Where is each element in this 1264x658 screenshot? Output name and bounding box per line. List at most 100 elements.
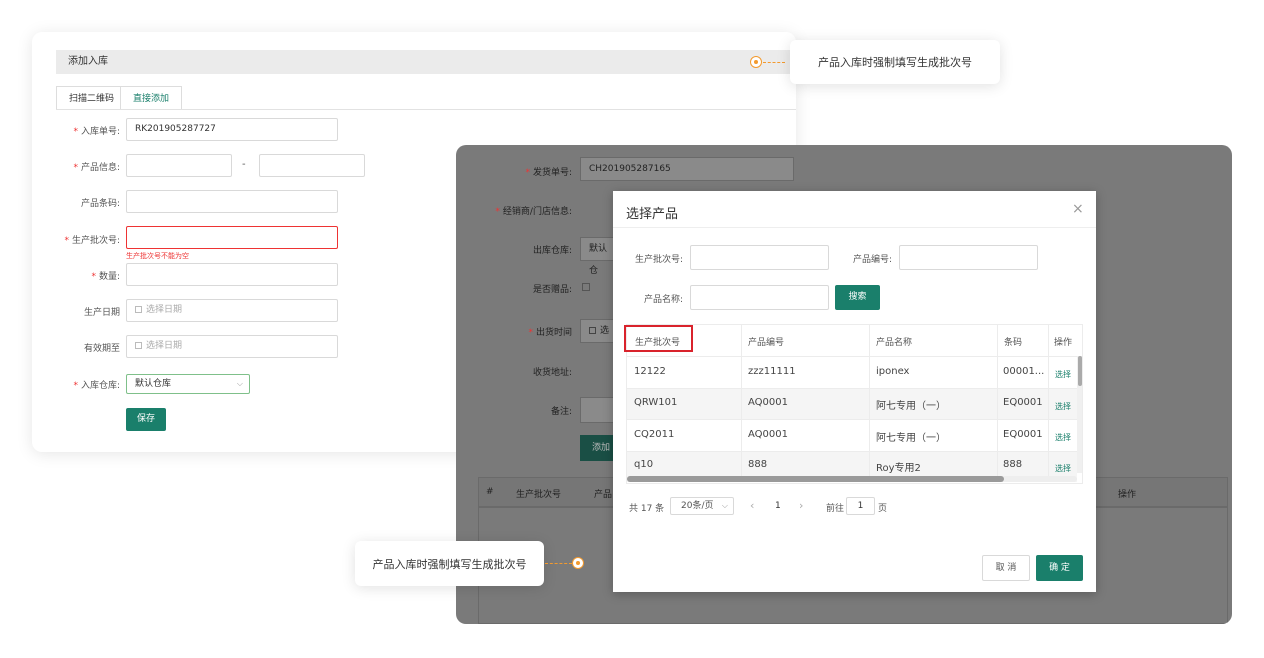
calendar-icon — [135, 306, 142, 313]
callout-connector — [763, 62, 785, 63]
search-button[interactable]: 搜索 — [835, 285, 880, 310]
tab-direct-add[interactable]: 直接添加 — [120, 86, 183, 110]
select-product-modal: 选择产品 × 生产批次号: 产品编号: 产品名称: 搜索 生产批次号 产品编号 … — [613, 191, 1096, 592]
cancel-button[interactable]: 取 消 — [982, 555, 1030, 581]
select-link[interactable]: 选择 — [1055, 463, 1071, 474]
prod-date-label: 生产日期 — [83, 308, 120, 318]
close-icon[interactable]: × — [1072, 201, 1084, 217]
out-time-picker[interactable]: 选 — [580, 319, 614, 343]
cell-barcode: EQ0001 — [1003, 397, 1043, 408]
warehouse-select[interactable]: 默认仓库 ⌵ — [126, 374, 250, 394]
is-gift-checkbox[interactable] — [582, 283, 590, 291]
current-page[interactable]: 1 — [775, 501, 781, 511]
tab-divider — [56, 109, 796, 110]
cell-code: zzz11111 — [748, 366, 796, 377]
divider — [1048, 325, 1049, 482]
inbound-no-input[interactable]: RK201905287727 — [126, 118, 338, 141]
product-info-input-1[interactable] — [126, 154, 232, 177]
batch-no-label: * 生产批次号: — [64, 236, 120, 246]
filter-batch-input[interactable] — [690, 245, 829, 270]
cell-batch: 12122 — [634, 366, 666, 377]
cell-batch: q10 — [634, 459, 654, 470]
filter-code-label: 产品编号: — [852, 255, 892, 265]
goto-page-input[interactable]: 1 — [846, 497, 875, 515]
add-product-button[interactable]: 添加 — [580, 435, 614, 461]
quantity-label: * 数量: — [91, 272, 120, 282]
page-title: 添加入库 — [56, 50, 796, 74]
inbound-no-label: * 入库单号: — [73, 127, 120, 137]
tab-scan-qrcode[interactable]: 扫描二维码 — [56, 86, 128, 110]
cell-batch: CQ2011 — [634, 429, 675, 440]
chevron-down-icon: ⌵ — [721, 501, 728, 510]
goto-unit: 页 — [878, 504, 888, 514]
barcode-input[interactable] — [126, 190, 338, 213]
col-batch: 生产批次号 — [516, 490, 562, 500]
prev-page-icon[interactable]: ‹ — [750, 499, 754, 512]
batch-column-highlight — [624, 325, 693, 352]
product-info-separator: - — [242, 159, 246, 170]
callout-bottom: 产品入库时强制填写生成批次号 — [355, 541, 544, 586]
cell-name: 阿七专用（一） — [876, 433, 946, 444]
col-header-code: 产品编号 — [748, 338, 785, 348]
divider — [741, 325, 742, 482]
barcode-label: 产品条码: — [80, 199, 120, 209]
vertical-scrollbar-thumb[interactable] — [1078, 356, 1082, 386]
out-warehouse-select[interactable]: 默认仓 — [580, 237, 614, 276]
address-label: 收货地址: — [532, 368, 572, 378]
remark-label: 备注: — [550, 407, 572, 417]
product-table: 生产批次号 产品编号 产品名称 条码 操作 12122 zzz11111 ipo… — [626, 324, 1083, 484]
filter-batch-label: 生产批次号: — [634, 255, 683, 265]
select-link[interactable]: 选择 — [1055, 432, 1071, 443]
table-row[interactable]: QRW101 AQ0001 阿七专用（一） EQ0001 选择 — [627, 389, 1077, 419]
chevron-down-icon: ⌵ — [236, 379, 243, 388]
page-size-select[interactable]: 20条/页 ⌵ — [670, 497, 734, 515]
filter-name-label: 产品名称: — [643, 295, 683, 305]
col-product: 产品 — [594, 490, 613, 500]
divider — [869, 325, 870, 482]
dealer-label: * 经销商/门店信息: — [495, 207, 572, 217]
prod-date-picker[interactable]: 选择日期 — [126, 299, 338, 322]
col-header-name: 产品名称 — [876, 338, 913, 348]
cell-name: 阿七专用（一） — [876, 401, 946, 412]
warehouse-label: * 入库仓库: — [73, 381, 120, 391]
out-warehouse-label: 出库仓库: — [532, 246, 572, 256]
pagination-total: 共 17 条 — [629, 504, 665, 514]
cell-code: AQ0001 — [748, 397, 788, 408]
modal-divider — [613, 227, 1096, 228]
cell-name: iponex — [876, 366, 910, 377]
cell-name: Roy专用2 — [876, 463, 921, 474]
product-info-input-2[interactable] — [259, 154, 365, 177]
divider — [997, 325, 998, 482]
quantity-input[interactable] — [126, 263, 338, 286]
col-header-op: 操作 — [1054, 338, 1073, 348]
cell-barcode: 00001... — [1003, 366, 1045, 377]
select-link[interactable]: 选择 — [1055, 369, 1071, 380]
remark-input[interactable] — [580, 397, 614, 423]
goto-label: 前往 — [826, 504, 845, 514]
horizontal-scrollbar-thumb[interactable] — [627, 476, 1004, 482]
col-header-barcode: 条码 — [1004, 338, 1023, 348]
expiry-date-picker[interactable]: 选择日期 — [126, 335, 338, 358]
filter-code-input[interactable] — [899, 245, 1038, 270]
next-page-icon[interactable]: › — [799, 499, 803, 512]
cell-barcode: 888 — [1003, 459, 1023, 470]
save-button[interactable]: 保存 — [126, 408, 166, 431]
filter-name-input[interactable] — [690, 285, 829, 310]
is-gift-label: 是否赠品: — [532, 285, 572, 295]
batch-no-input[interactable] — [126, 226, 338, 249]
col-op: 操作 — [1118, 490, 1137, 500]
ship-no-label: * 发货单号: — [525, 168, 572, 178]
modal-title: 选择产品 — [626, 207, 679, 222]
confirm-button[interactable]: 确 定 — [1036, 555, 1083, 581]
cell-batch: QRW101 — [634, 397, 678, 408]
calendar-icon — [589, 327, 596, 334]
ship-no-input[interactable]: CH201905287165 — [580, 157, 794, 181]
table-row[interactable]: CQ2011 AQ0001 阿七专用（一） EQ0001 选择 — [627, 420, 1077, 451]
callout-top: 产品入库时强制填写生成批次号 — [790, 40, 1000, 84]
select-link[interactable]: 选择 — [1055, 401, 1071, 412]
col-num: # — [486, 487, 494, 497]
table-row[interactable]: 12122 zzz11111 iponex 00001... 选择 — [627, 357, 1077, 388]
expiry-label: 有效期至 — [83, 344, 120, 354]
callout-marker-icon — [750, 56, 762, 68]
batch-no-error: 生产批次号不能为空 — [126, 252, 189, 260]
